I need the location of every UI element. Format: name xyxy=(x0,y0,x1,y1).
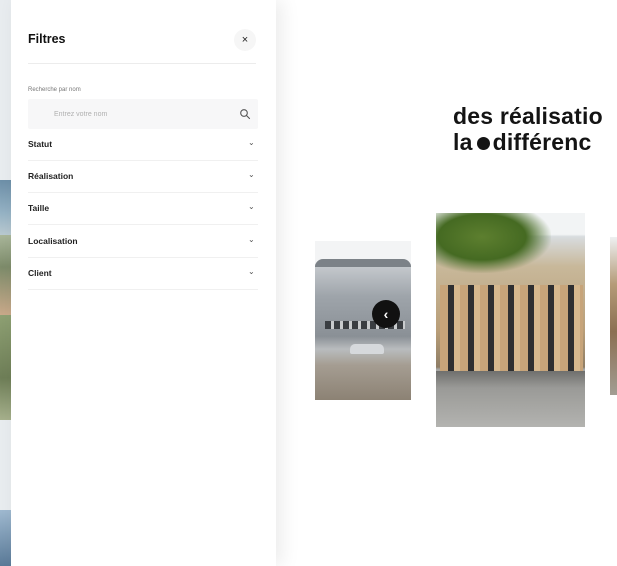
filter-label: Taille xyxy=(28,203,50,213)
search-input[interactable] xyxy=(28,99,233,129)
chevron-down-icon: ⌄ xyxy=(248,202,255,211)
search-icon[interactable] xyxy=(239,108,251,120)
filter-label: Client xyxy=(28,268,52,278)
filter-localisation[interactable]: Localisation ⌄ xyxy=(28,226,258,258)
wood-facade xyxy=(440,285,583,377)
background-image-water xyxy=(0,510,11,566)
close-icon: × xyxy=(241,34,249,46)
chevron-left-icon: ‹ xyxy=(383,306,389,322)
building-roof xyxy=(315,259,411,267)
headline-line-2-prefix: la xyxy=(453,129,473,155)
panel-divider xyxy=(28,63,256,64)
background-page-edge xyxy=(0,0,11,566)
headline-line-2-suffix: différenc xyxy=(492,129,592,155)
paved-ground xyxy=(436,371,585,427)
search-field xyxy=(28,99,258,129)
tree-foliage xyxy=(436,213,551,273)
filter-label: Réalisation xyxy=(28,171,74,181)
background-image-tree xyxy=(0,235,11,315)
filter-realisation[interactable]: Réalisation ⌄ xyxy=(28,161,258,193)
filter-taille[interactable]: Taille ⌄ xyxy=(28,193,258,225)
chevron-down-icon: ⌄ xyxy=(248,138,255,147)
carousel-prev-button[interactable]: ‹ xyxy=(372,300,400,328)
search-label: Recherche par nom xyxy=(28,87,81,93)
carousel-photo-next[interactable] xyxy=(610,237,617,395)
carousel-photo-current[interactable] xyxy=(436,213,585,427)
filters-panel: Filtres × Recherche par nom Statut ⌄ Réa… xyxy=(11,0,276,566)
background-image-foliage xyxy=(0,315,11,420)
parked-car xyxy=(350,344,384,354)
chevron-down-icon: ⌄ xyxy=(248,235,255,244)
bullet-dot-icon xyxy=(476,136,490,150)
chevron-down-icon: ⌄ xyxy=(248,170,255,179)
filter-label: Localisation xyxy=(28,236,78,246)
chevron-down-icon: ⌄ xyxy=(248,267,255,276)
filter-client[interactable]: Client ⌄ xyxy=(28,258,258,290)
background-image-sky xyxy=(0,180,11,235)
headline-line-1: des réalisatio xyxy=(453,103,603,129)
filter-statut[interactable]: Statut ⌄ xyxy=(28,129,258,161)
close-button[interactable]: × xyxy=(234,29,256,51)
panel-title: Filtres xyxy=(28,32,66,46)
page-headline: des réalisatio la différenc xyxy=(453,103,603,155)
headline-line-2: la différenc xyxy=(453,129,603,155)
filter-label: Statut xyxy=(28,139,53,149)
